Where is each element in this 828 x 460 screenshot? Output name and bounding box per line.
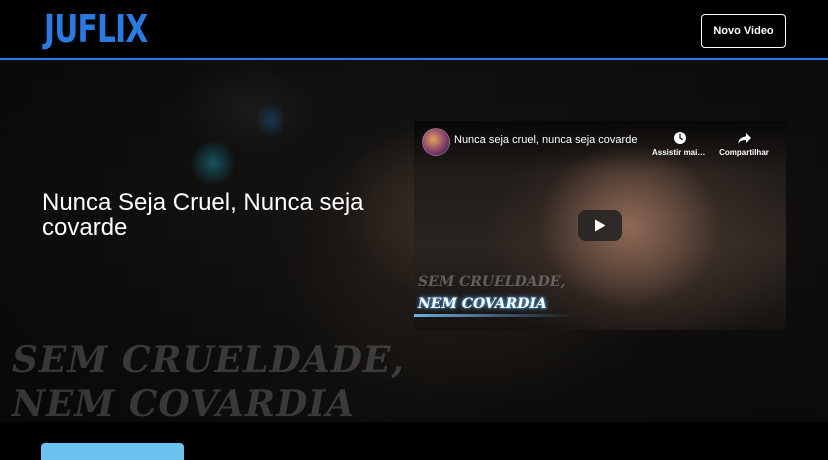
channel-avatar[interactable] <box>422 128 450 156</box>
clock-icon <box>652 129 708 147</box>
category-title-bar[interactable] <box>41 443 184 460</box>
hero-title: Nunca Seja Cruel, Nunca seja covarde <box>42 189 364 241</box>
play-icon <box>595 219 606 232</box>
share-arrow-icon <box>716 129 772 147</box>
video-burned-caption: SEM CRUELDADE, NEM COVARDIA <box>418 271 565 315</box>
youtube-video-embed[interactable]: Nunca seja cruel, nunca seja covarde Ass… <box>414 121 786 330</box>
video-caption-line1: SEM CRUELDADE, <box>418 274 566 290</box>
watch-later-button[interactable]: Assistir mais tarde <box>652 129 708 157</box>
share-button[interactable]: Compartilhar <box>716 129 772 157</box>
video-title[interactable]: Nunca seja cruel, nunca seja covarde <box>454 134 650 146</box>
play-button[interactable] <box>578 210 622 241</box>
top-navbar: JUFLIX Novo Video <box>0 0 828 60</box>
new-video-button[interactable]: Novo Video <box>701 14 786 48</box>
juflix-logo[interactable]: JUFLIX <box>44 6 148 52</box>
share-label: Compartilhar <box>719 148 769 157</box>
watch-later-label: Assistir mais tarde <box>652 148 708 157</box>
banner-caption-line2: NEM COVARDIA <box>12 383 356 422</box>
video-caption-line2: NEM COVARDIA <box>418 296 547 312</box>
banner-background-caption: SEM CRUELDADE, NEM COVARDIA <box>12 338 405 422</box>
page: JUFLIX Novo Video SEM CRUELDADE, NEM COV… <box>0 0 828 460</box>
banner-caption-line1: SEM CRUELDADE, <box>12 339 405 381</box>
caption-underline <box>414 314 574 317</box>
